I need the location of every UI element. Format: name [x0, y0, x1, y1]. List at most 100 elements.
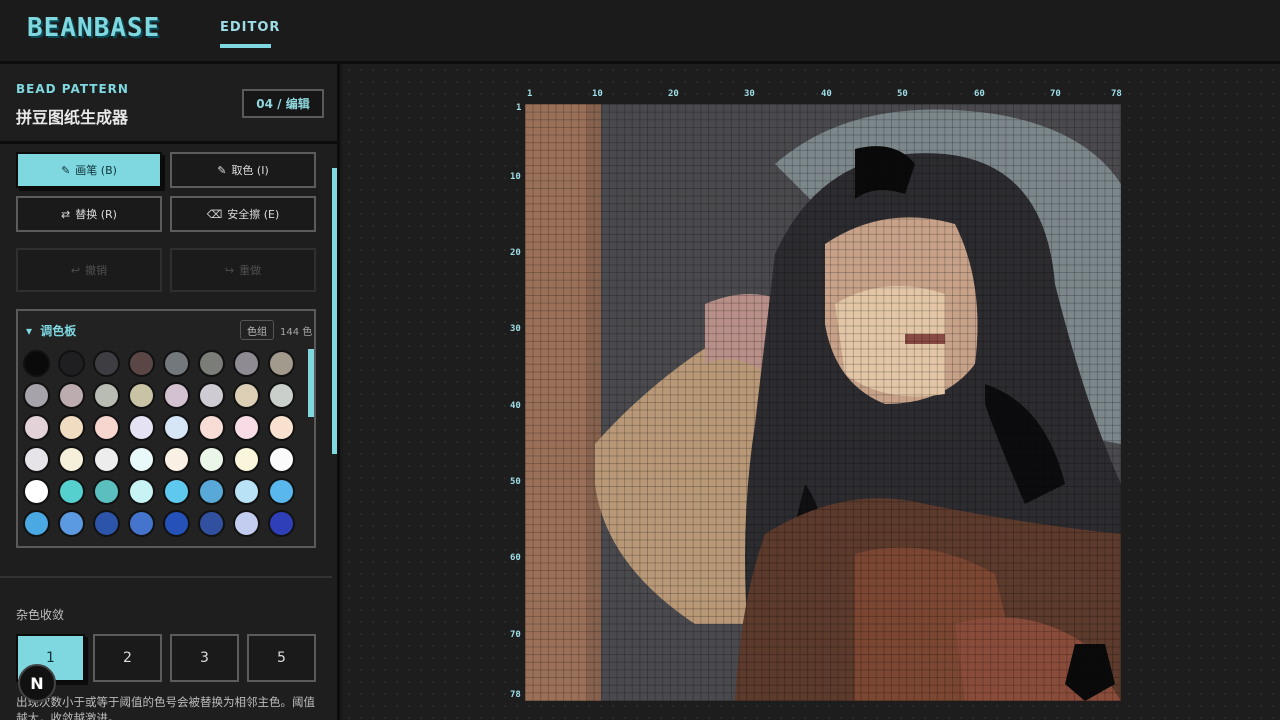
- color-swatch[interactable]: [23, 350, 50, 377]
- step-badge: 04 / 编辑: [242, 89, 324, 118]
- color-swatch[interactable]: [23, 382, 50, 409]
- brush-label: 画笔 (B): [75, 164, 117, 177]
- color-swatch[interactable]: [268, 478, 295, 505]
- color-group-button[interactable]: 色组: [240, 320, 274, 340]
- color-swatch[interactable]: [233, 350, 260, 377]
- color-swatch[interactable]: [128, 446, 155, 473]
- color-swatch[interactable]: [198, 350, 225, 377]
- ruler-tick: 60: [974, 89, 985, 99]
- color-swatch[interactable]: [93, 478, 120, 505]
- color-swatch[interactable]: [128, 478, 155, 505]
- color-swatch[interactable]: [93, 350, 120, 377]
- sidebar-header: BEAD PATTERN 拼豆图纸生成器 04 / 编辑: [0, 64, 337, 144]
- color-swatch[interactable]: [198, 382, 225, 409]
- color-swatch[interactable]: [23, 478, 50, 505]
- ruler-tick: 60: [510, 553, 521, 563]
- brush-button[interactable]: ✎ 画笔 (B): [16, 152, 162, 188]
- color-swatch[interactable]: [23, 414, 50, 441]
- color-swatch[interactable]: [163, 382, 190, 409]
- bead-pattern-canvas[interactable]: [525, 104, 1121, 701]
- color-swatch[interactable]: [93, 414, 120, 441]
- noise-option-2[interactable]: 2: [93, 634, 162, 682]
- color-swatch[interactable]: [198, 446, 225, 473]
- swatch-grid: [23, 350, 303, 537]
- ruler-tick: 10: [592, 89, 603, 99]
- picker-button[interactable]: ✎ 取色 (I): [170, 152, 316, 188]
- palette-header[interactable]: ▾ 调色板: [26, 322, 76, 339]
- color-swatch[interactable]: [198, 414, 225, 441]
- color-swatch[interactable]: [58, 478, 85, 505]
- color-swatch[interactable]: [128, 510, 155, 537]
- color-swatch[interactable]: [233, 382, 260, 409]
- color-swatch[interactable]: [58, 382, 85, 409]
- n-logo-badge[interactable]: N: [18, 664, 56, 702]
- noise-hint: 出现次数小于或等于阈值的色号会被替换为相邻主色。阈值越大，收敛越激进。: [16, 695, 315, 720]
- redo-button[interactable]: ↪ 重做: [170, 248, 316, 292]
- color-swatch[interactable]: [268, 446, 295, 473]
- color-swatch[interactable]: [198, 478, 225, 505]
- color-swatch[interactable]: [23, 510, 50, 537]
- color-swatch[interactable]: [93, 382, 120, 409]
- pencil-icon: ✎: [61, 163, 71, 177]
- color-swatch[interactable]: [233, 446, 260, 473]
- color-swatch[interactable]: [128, 350, 155, 377]
- color-swatch[interactable]: [233, 478, 260, 505]
- page-title: 拼豆图纸生成器: [16, 108, 129, 127]
- color-swatch[interactable]: [58, 510, 85, 537]
- ruler-tick: 78: [510, 690, 521, 700]
- ruler-tick: 1: [516, 103, 522, 113]
- color-swatch[interactable]: [268, 414, 295, 441]
- redo-label: 重做: [239, 264, 262, 277]
- palette-scrollbar[interactable]: [308, 349, 314, 417]
- eyedropper-icon: ✎: [217, 163, 227, 177]
- color-swatch[interactable]: [268, 510, 295, 537]
- color-swatch[interactable]: [93, 510, 120, 537]
- ruler-tick: 40: [821, 89, 832, 99]
- ruler-tick: 30: [510, 324, 521, 334]
- noise-option-3[interactable]: 3: [170, 634, 239, 682]
- chevron-down-icon: ▾: [26, 324, 33, 338]
- picker-label: 取色 (I): [231, 164, 269, 177]
- eraser-icon: ⌫: [206, 207, 223, 221]
- ruler-tick: 50: [510, 477, 521, 487]
- color-swatch[interactable]: [198, 510, 225, 537]
- color-swatch[interactable]: [163, 350, 190, 377]
- color-swatch[interactable]: [58, 414, 85, 441]
- color-swatch[interactable]: [233, 414, 260, 441]
- replace-button[interactable]: ⇄ 替换 (R): [16, 196, 162, 232]
- eraser-button[interactable]: ⌫ 安全擦 (E): [170, 196, 316, 232]
- undo-button[interactable]: ↩ 撤销: [16, 248, 162, 292]
- ruler-tick: 30: [744, 89, 755, 99]
- color-swatch[interactable]: [58, 446, 85, 473]
- color-swatch[interactable]: [128, 382, 155, 409]
- ruler-tick: 70: [1050, 89, 1061, 99]
- color-swatch[interactable]: [268, 382, 295, 409]
- color-swatch[interactable]: [233, 510, 260, 537]
- ruler-tick: 1: [527, 89, 533, 99]
- redo-icon: ↪: [224, 263, 235, 277]
- color-swatch[interactable]: [58, 350, 85, 377]
- replace-label: 替换 (R): [75, 208, 117, 221]
- color-swatch[interactable]: [128, 414, 155, 441]
- color-swatch[interactable]: [163, 510, 190, 537]
- bead-pattern-image: [525, 104, 1121, 701]
- color-swatch[interactable]: [268, 350, 295, 377]
- nav-active-indicator: [220, 44, 271, 48]
- nav-tab-editor[interactable]: EDITOR: [220, 20, 280, 35]
- divider: [0, 576, 332, 578]
- app-logo[interactable]: BEANBASE: [27, 13, 160, 43]
- sidebar-scrollbar[interactable]: [332, 168, 337, 454]
- undo-icon: ↩: [70, 263, 81, 277]
- color-swatch[interactable]: [23, 446, 50, 473]
- noise-option-5[interactable]: 5: [247, 634, 316, 682]
- color-swatch[interactable]: [163, 478, 190, 505]
- swap-icon: ⇄: [61, 207, 71, 221]
- ruler-tick: 10: [510, 172, 521, 182]
- section-title: BEAD PATTERN: [16, 82, 129, 96]
- sidebar: BEAD PATTERN 拼豆图纸生成器 04 / 编辑 ✎ 画笔 (B) ✎ …: [0, 64, 340, 720]
- color-swatch[interactable]: [163, 414, 190, 441]
- color-swatch[interactable]: [93, 446, 120, 473]
- noise-label: 杂色收敛: [16, 608, 65, 622]
- color-swatch[interactable]: [163, 446, 190, 473]
- palette-title: 调色板: [40, 324, 77, 338]
